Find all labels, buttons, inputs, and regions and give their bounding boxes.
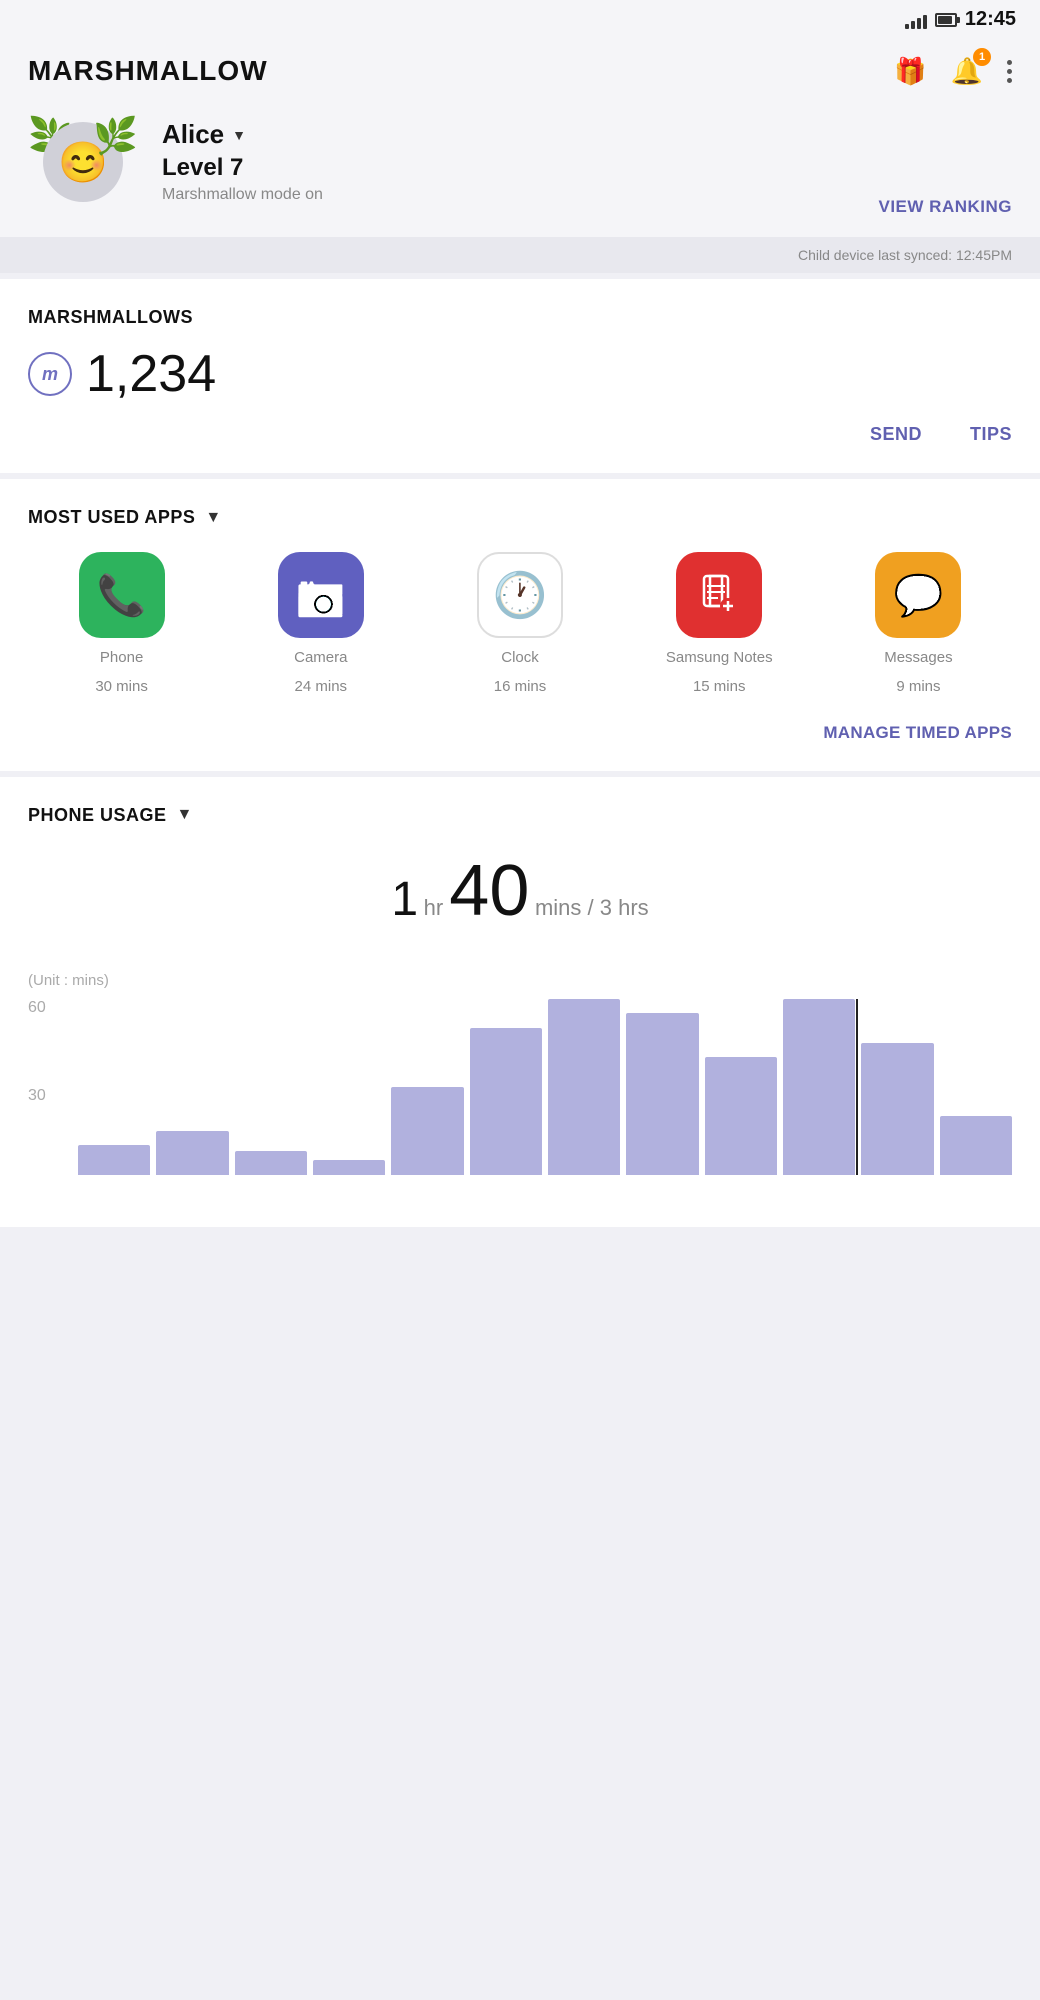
notes-app-time: 15 mins — [693, 678, 746, 695]
notes-app-name: Samsung Notes — [666, 648, 773, 668]
tips-button[interactable]: TIPS — [970, 424, 1012, 445]
phone-app-time: 30 mins — [95, 678, 148, 695]
camera-app-time: 24 mins — [295, 678, 348, 695]
more-options-button[interactable] — [1007, 60, 1012, 83]
most-used-title: MOST USED APPS — [28, 507, 195, 528]
chart-bar-group — [78, 999, 150, 1175]
chart-bar-group — [861, 999, 933, 1175]
phone-usage-dropdown-icon[interactable]: ▼ — [177, 806, 193, 824]
laurel-right-icon: 🌿 — [93, 115, 138, 157]
usage-time-display: 1 hr 40 mins / 3 hrs — [28, 850, 1012, 932]
chart-bars: Now — [78, 999, 1012, 1175]
app-title: MARSHMALLOW — [28, 55, 268, 87]
profile-level: Level 7 — [162, 154, 323, 182]
notification-button[interactable]: 🔔 1 — [951, 56, 983, 87]
phone-app-name: Phone — [100, 648, 143, 668]
messages-app-icon: 💬 — [875, 552, 961, 638]
view-ranking-button[interactable]: VIEW RANKING — [879, 197, 1013, 217]
messages-app-name: Messages — [884, 648, 952, 668]
signal-icon — [905, 11, 927, 29]
app-item-clock[interactable]: 🕐 Clock 16 mins — [426, 552, 613, 695]
phone-app-icon: 📞 — [79, 552, 165, 638]
send-button[interactable]: SEND — [870, 424, 922, 445]
chart-bar-group — [626, 999, 698, 1175]
chart-unit-label: (Unit : mins) — [28, 972, 1012, 989]
chart-bar-group — [940, 999, 1012, 1175]
status-icons: 12:45 — [905, 8, 1016, 31]
marshmallow-actions: SEND TIPS — [28, 424, 1012, 445]
chart-label-30: 30 — [28, 1087, 46, 1105]
dot-icon — [1007, 69, 1012, 74]
chart-bar-group — [156, 999, 228, 1175]
chart-bar-group — [548, 999, 620, 1175]
phone-usage-section: PHONE USAGE ▼ 1 hr 40 mins / 3 hrs (Unit… — [0, 777, 1040, 1227]
camera-app-icon: 📷 — [278, 552, 364, 638]
manage-timed-button[interactable]: MANAGE TIMED APPS — [28, 723, 1012, 743]
battery-icon — [935, 13, 957, 27]
usage-time-text: 1 hr 40 mins / 3 hrs — [391, 898, 648, 920]
dot-icon — [1007, 60, 1012, 65]
phone-usage-title: PHONE USAGE — [28, 805, 167, 826]
chart-bar-group — [705, 999, 777, 1175]
status-time: 12:45 — [965, 8, 1016, 31]
marshmallow-count: 1,234 — [86, 344, 216, 404]
app-item-messages[interactable]: 💬 Messages 9 mins — [825, 552, 1012, 695]
apps-grid: 📞 Phone 30 mins 📷 Camera 24 mins 🕐 Clock… — [28, 552, 1012, 695]
profile-name: Alice — [162, 119, 224, 150]
chart-area: (Unit : mins) 60 30 Now — [28, 952, 1012, 1199]
chart-labels: 60 30 — [28, 999, 46, 1199]
profile-info: Alice ▼ Level 7 Marshmallow mode on — [162, 107, 323, 204]
profile-section: 🌿 😊 🌿 Alice ▼ Level 7 Marshmallow mode o… — [0, 107, 1040, 237]
chart-bar-group — [391, 999, 463, 1175]
camera-app-name: Camera — [294, 648, 347, 668]
chart-bar-group — [313, 999, 385, 1175]
most-used-apps-section: MOST USED APPS ▼ 📞 Phone 30 mins 📷 Camer… — [0, 479, 1040, 771]
profile-dropdown-icon[interactable]: ▼ — [232, 127, 246, 143]
header-icons: 🎁 🔔 1 — [894, 56, 1012, 87]
notification-badge: 1 — [973, 48, 991, 66]
usage-hours: 1 — [391, 873, 418, 926]
marshmallow-icon: m — [28, 352, 72, 396]
chart-container: 60 30 Now — [28, 999, 1012, 1199]
messages-app-time: 9 mins — [896, 678, 940, 695]
notes-app-icon — [676, 552, 762, 638]
avatar-container: 🌿 😊 🌿 — [28, 107, 138, 217]
clock-app-time: 16 mins — [494, 678, 547, 695]
chart-bar-group — [235, 999, 307, 1175]
marshmallow-count-row: m 1,234 — [28, 344, 1012, 404]
chart-bar-group — [470, 999, 542, 1175]
sync-text: Child device last synced: 12:45PM — [798, 247, 1012, 263]
now-line — [856, 999, 858, 1175]
most-used-dropdown-icon[interactable]: ▼ — [205, 509, 221, 527]
profile-status: Marshmallow mode on — [162, 186, 323, 204]
marshmallows-title: MARSHMALLOWS — [28, 307, 1012, 328]
status-bar: 12:45 — [0, 0, 1040, 39]
marshmallows-section: MARSHMALLOWS m 1,234 SEND TIPS — [0, 279, 1040, 473]
chart-label-60: 60 — [28, 999, 46, 1017]
phone-usage-title-row: PHONE USAGE ▼ — [28, 805, 1012, 826]
chart-bar-group — [783, 999, 855, 1175]
header: MARSHMALLOW 🎁 🔔 1 — [0, 39, 1040, 107]
gift-icon: 🎁 — [894, 56, 926, 86]
app-item-phone[interactable]: 📞 Phone 30 mins — [28, 552, 215, 695]
clock-app-icon: 🕐 — [477, 552, 563, 638]
app-item-notes[interactable]: Samsung Notes 15 mins — [626, 552, 813, 695]
profile-name-row: Alice ▼ — [162, 119, 323, 150]
dot-icon — [1007, 78, 1012, 83]
usage-minutes: 40 — [449, 851, 529, 931]
most-used-title-row: MOST USED APPS ▼ — [28, 507, 1012, 528]
sync-bar: Child device last synced: 12:45PM — [0, 237, 1040, 273]
app-item-camera[interactable]: 📷 Camera 24 mins — [227, 552, 414, 695]
gift-button[interactable]: 🎁 — [894, 56, 926, 87]
clock-app-name: Clock — [501, 648, 539, 668]
